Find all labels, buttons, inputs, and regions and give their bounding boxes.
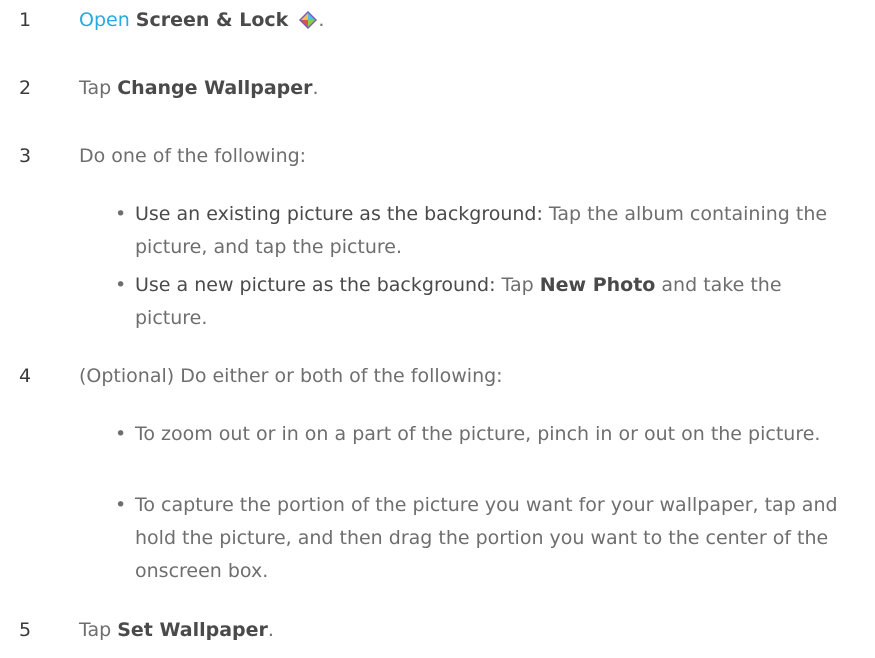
step-prefix: Tap: [79, 619, 118, 641]
list-item-text: Use a new picture as the background: Tap…: [115, 269, 845, 335]
bullet: •: [115, 203, 127, 225]
step-text: Tap Change Wallpaper.: [79, 76, 319, 100]
step-prefix: Tap: [79, 77, 118, 99]
punctuation: .: [267, 619, 274, 641]
item-lead: Use a new picture as the background:: [135, 274, 496, 296]
list-item: • To zoom out or in on a part of the pic…: [115, 418, 845, 451]
button-name: New Photo: [539, 274, 656, 296]
step-number: 3: [19, 145, 32, 167]
punctuation: .: [318, 9, 325, 31]
list-item: • Use a new picture as the background: T…: [115, 269, 845, 335]
item-lead: Use an existing picture as the backgroun…: [135, 203, 543, 225]
step-text: Tap Set Wallpaper.: [79, 618, 274, 642]
step-number: 1: [19, 9, 32, 31]
step-number: 5: [19, 619, 32, 641]
step-number: 2: [19, 77, 32, 99]
bullet: •: [115, 274, 127, 296]
screen-lock-app-icon: [298, 10, 318, 30]
button-name: Set Wallpaper: [117, 619, 268, 641]
list-item-text: To capture the portion of the picture yo…: [135, 494, 838, 582]
step-text: (Optional) Do either or both of the foll…: [79, 365, 503, 387]
list-item: • To capture the portion of the picture …: [115, 489, 845, 588]
step-text: Do one of the following:: [79, 145, 307, 167]
step-number: 4: [19, 365, 32, 387]
list-item-text: To zoom out or in on a part of the pictu…: [135, 423, 821, 445]
step-text: Open Screen & Lock .: [79, 8, 324, 32]
open-link[interactable]: Open: [79, 9, 130, 31]
list-item-text: Use an existing picture as the backgroun…: [115, 198, 845, 264]
bullet: •: [115, 494, 127, 516]
bullet: •: [115, 423, 127, 445]
button-name: Change Wallpaper: [117, 77, 313, 99]
list-item: • Use an existing picture as the backgro…: [115, 198, 845, 264]
app-name: Screen & Lock: [135, 9, 289, 31]
item-prefix: Tap: [495, 274, 540, 296]
punctuation: .: [312, 77, 319, 99]
